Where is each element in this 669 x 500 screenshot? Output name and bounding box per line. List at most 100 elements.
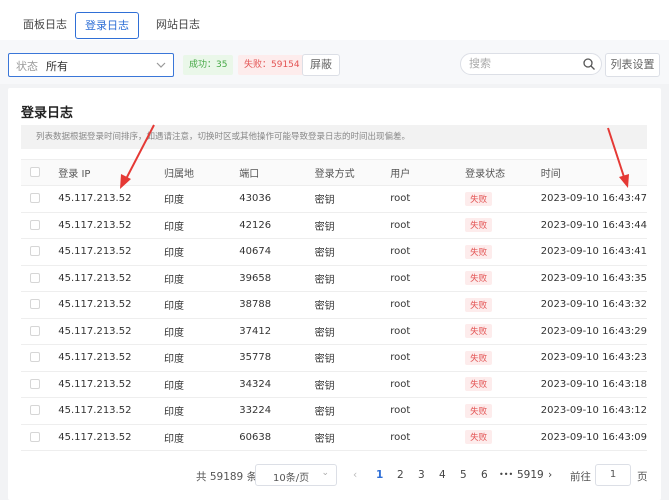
user-cell: root [390,318,466,345]
status-filter-select[interactable]: 状态 所有 [8,53,174,77]
col-header-port: 端口 [239,159,315,186]
location-cell: 印度 [164,212,240,239]
method-cell: 密钥 [314,344,391,372]
goto-page-input[interactable]: 1 [595,464,631,486]
user-cell: root [390,212,466,239]
page-2[interactable]: 2 [397,469,404,481]
ip-cell: 45.117.213.52 [58,212,165,239]
user-cell: root [390,424,466,451]
location-cell: 印度 [164,371,240,398]
row-checkbox[interactable] [30,325,40,336]
row-checkbox[interactable] [30,405,40,416]
table-row: 45.117.213.52 印度 34324 密钥 root 失败 2023-09-10 1… [21,371,647,398]
col-header-location: 归属地 [164,159,240,186]
port-cell: 37412 [239,318,315,345]
page-ellipsis[interactable]: ••• [499,470,513,479]
status-cell: 失败 [465,212,541,239]
user-cell: root [390,344,466,372]
status-cell: 失败 [465,397,541,425]
total-count: 共 59189 条 [196,471,258,483]
row-checkbox[interactable] [30,299,40,310]
chevron-down-icon [155,56,167,77]
fail-count-badge[interactable]: 失败：59154 [238,55,306,75]
port-cell: 34324 [239,371,315,398]
page-size-select[interactable]: 10条/页 ⌄ [255,464,337,486]
ip-cell: 45.117.213.52 [58,424,165,451]
status-badge: 失败 [465,377,493,392]
user-cell: root [390,397,466,425]
location-cell: 印度 [164,238,240,266]
tab-panel-log[interactable]: 面板日志 [14,12,76,38]
ip-cell: 45.117.213.52 [58,185,165,213]
table-row: 45.117.213.52 印度 35778 密钥 root 失败 2023-09-10 1… [21,344,647,372]
method-cell: 密钥 [314,212,391,239]
row-checkbox[interactable] [30,431,40,442]
method-cell: 密钥 [314,371,391,398]
tab-site-log[interactable]: 网站日志 [147,12,209,38]
table-row: 45.117.213.52 印度 37412 密钥 root 失败 2023-09-10 1… [21,318,647,345]
col-header-user: 用户 [390,159,466,186]
chevron-down-icon: ⌄ [321,468,329,478]
page-last[interactable]: 5919 [517,469,544,481]
location-cell: 印度 [164,265,240,292]
method-cell: 密钥 [314,265,391,292]
row-checkbox[interactable] [30,193,40,204]
status-filter-value: 所有 [46,60,68,73]
time-cell: 2023-09-10 16:43:47 [540,185,647,213]
method-cell: 密钥 [314,318,391,345]
page-size-value: 10条/页 [273,473,310,484]
list-settings-button[interactable]: 列表设置 [605,53,660,77]
table-row: 45.117.213.52 印度 40674 密钥 root 失败 2023-09-10 1… [21,238,647,266]
row-checkbox[interactable] [30,352,40,363]
toolbar: 状态 所有 成功：35 失败：59154 屏蔽 列表设置 [0,40,669,84]
row-checkbox[interactable] [30,219,40,230]
ip-cell: 45.117.213.52 [58,371,165,398]
page-title: 登录日志 [21,106,74,121]
row-checkbox[interactable] [30,246,40,257]
method-cell: 密钥 [314,397,391,425]
ip-cell: 45.117.213.52 [58,238,165,266]
port-cell: 33224 [239,397,315,425]
user-cell: root [390,371,466,398]
login-log-table: 登录 IP 归属地 端口 登录方式 用户 登录状态 时间 45.117.213.… [21,159,647,451]
method-cell: 密钥 [314,424,391,451]
time-cell: 2023-09-10 16:43:12 [540,397,647,425]
method-cell: 密钥 [314,185,391,213]
page-4[interactable]: 4 [439,469,446,481]
page-3[interactable]: 3 [418,469,425,481]
port-cell: 43036 [239,185,315,213]
user-cell: root [390,291,466,319]
row-checkbox[interactable] [30,378,40,389]
table-header-row: 登录 IP 归属地 端口 登录方式 用户 登录状态 时间 [21,159,647,186]
time-cell: 2023-09-10 16:43:09 [540,424,647,451]
status-badge: 失败 [465,218,493,233]
port-cell: 40674 [239,238,315,266]
info-notice: 列表数据根据登录时间排序，如遇请注意，切换时区或其他操作可能导致登录日志的时间出… [21,125,647,149]
page-5[interactable]: 5 [460,469,467,481]
table-row: 45.117.213.52 印度 42126 密钥 root 失败 2023-09-10 1… [21,212,647,239]
search-icon[interactable] [582,57,596,71]
port-cell: 60638 [239,424,315,451]
status-badge: 失败 [465,297,493,312]
time-cell: 2023-09-10 16:43:29 [540,318,647,345]
block-button[interactable]: 屏蔽 [302,54,340,76]
select-all-checkbox[interactable] [30,167,40,177]
status-cell: 失败 [465,185,541,213]
table-row: 45.117.213.52 印度 39658 密钥 root 失败 2023-09-10 1… [21,265,647,292]
page-1[interactable]: 1 [376,469,383,481]
table-row: 45.117.213.52 印度 33224 密钥 root 失败 2023-09-10 1… [21,397,647,425]
location-cell: 印度 [164,397,240,425]
prev-page-button[interactable]: ‹ [353,469,357,481]
search-input[interactable] [469,57,579,70]
search-box[interactable] [460,53,602,75]
method-cell: 密钥 [314,238,391,266]
success-count-badge[interactable]: 成功：35 [183,55,234,75]
next-page-button[interactable]: › [548,469,552,481]
location-cell: 印度 [164,344,240,372]
time-cell: 2023-09-10 16:43:44 [540,212,647,239]
status-cell: 失败 [465,371,541,398]
tab-login-log[interactable]: 登录日志 [75,12,139,39]
status-badge: 失败 [465,403,493,418]
page-6[interactable]: 6 [481,469,488,481]
row-checkbox[interactable] [30,272,40,283]
